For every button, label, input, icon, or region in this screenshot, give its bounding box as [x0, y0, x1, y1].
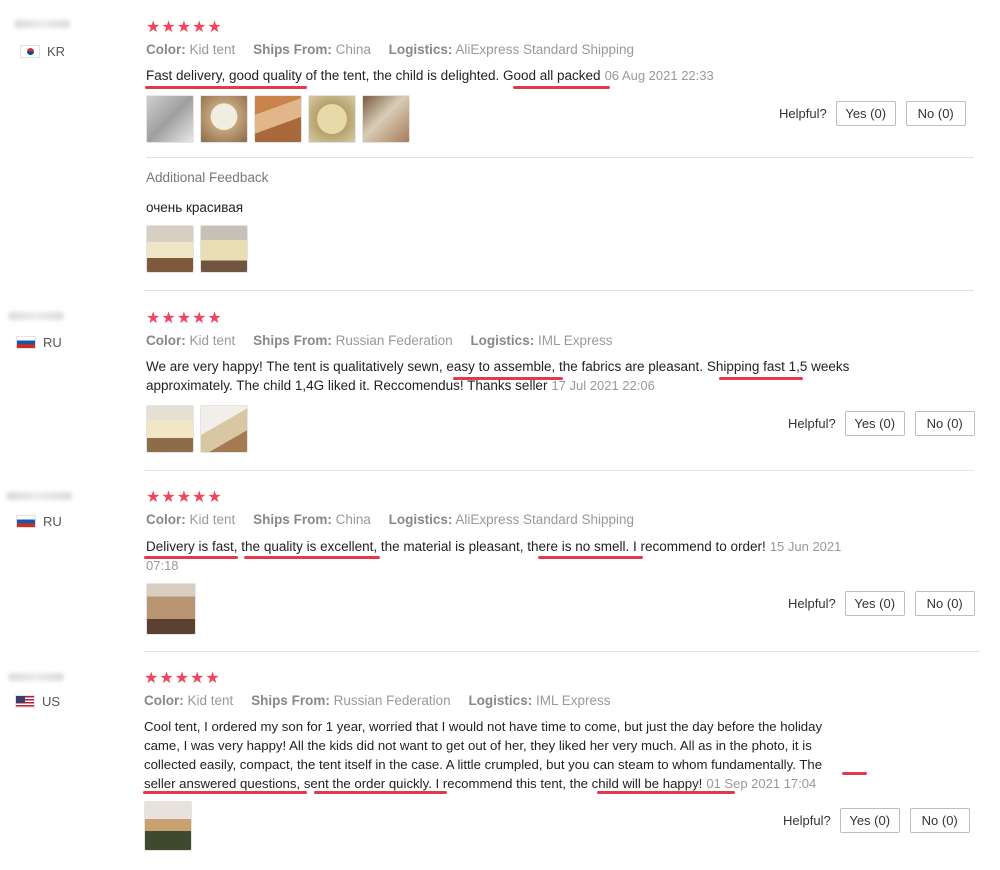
highlight-underline	[538, 556, 643, 559]
reviewer-name-blurred	[14, 20, 70, 28]
country-code: KR	[47, 44, 66, 59]
highlight-underline	[143, 791, 307, 794]
review-photo[interactable]	[200, 225, 248, 273]
review-date: 06 Aug 2021 22:33	[604, 68, 714, 83]
review-date: 17 Jul 2021 22:06	[551, 378, 655, 393]
usa-flag-icon	[15, 695, 35, 708]
highlight-underline	[244, 556, 380, 559]
review-date: 01 Sep 2021 17:04	[706, 776, 817, 791]
highlight-underline	[453, 377, 563, 380]
helpful-label: Helpful?	[788, 596, 836, 611]
reviewer-country: RU	[16, 514, 62, 529]
helpful-no-button[interactable]: No (0)	[909, 808, 970, 833]
ships-from-value: China	[335, 512, 371, 527]
review-text: Cool tent, I ordered my son for 1 year, …	[144, 719, 823, 791]
review-meta: Color: Kid tent Ships From: Russian Fede…	[144, 693, 611, 708]
reviewer-name-blurred	[8, 312, 64, 320]
color-value: Kid tent	[189, 333, 236, 348]
logistics-value: IML Express	[535, 693, 611, 708]
helpful-no-button[interactable]: No (0)	[905, 101, 966, 126]
review-meta: Color: Kid tent Ships From: China Logist…	[146, 42, 635, 57]
review-photos	[144, 801, 192, 851]
highlight-underline	[842, 772, 867, 775]
highlight-underline	[144, 556, 238, 559]
star-rating: ★★★★★	[146, 310, 223, 327]
logistics-value: IML Express	[537, 333, 613, 348]
color-value: Kid tent	[187, 693, 234, 708]
review-card: KR ★★★★★ Color: Kid tent Ships From: Chi…	[0, 0, 1000, 290]
review-text: We are very happy! The tent is qualitati…	[146, 359, 850, 393]
helpful-label: Helpful?	[779, 106, 827, 121]
additional-feedback-text: очень красивая	[146, 200, 244, 215]
review-photos	[146, 405, 248, 453]
review-photo[interactable]	[146, 95, 194, 143]
review-card: RU ★★★★★ Color: Kid tent Ships From: Chi…	[0, 470, 1000, 650]
country-code: RU	[43, 514, 62, 529]
divider	[146, 157, 974, 158]
country-code: RU	[43, 335, 62, 350]
review-photo[interactable]	[308, 95, 356, 143]
helpful-no-button[interactable]: No (0)	[914, 411, 975, 436]
review-photo[interactable]	[200, 95, 248, 143]
review-photo[interactable]	[254, 95, 302, 143]
helpful-no-button[interactable]: No (0)	[914, 591, 975, 616]
review-text: Fast delivery, good quality of the tent,…	[146, 68, 714, 83]
helpful-label: Helpful?	[788, 416, 836, 431]
star-rating: ★★★★★	[144, 670, 221, 687]
helpful-yes-button[interactable]: Yes (0)	[844, 411, 905, 436]
star-rating: ★★★★★	[146, 489, 223, 506]
logistics-value: AliExpress Standard Shipping	[455, 42, 635, 57]
ships-from-value: Russian Federation	[335, 333, 453, 348]
review-meta: Color: Kid tent Ships From: China Logist…	[146, 512, 635, 527]
highlight-underline	[145, 86, 307, 89]
color-value: Kid tent	[189, 512, 236, 527]
highlight-underline	[719, 377, 803, 380]
helpful-label: Helpful?	[783, 813, 831, 828]
helpful-yes-button[interactable]: Yes (0)	[839, 808, 900, 833]
review-card: US ★★★★★ Color: Kid tent Ships From: Rus…	[0, 651, 1000, 870]
review-photo[interactable]	[146, 405, 194, 453]
review-photo[interactable]	[144, 801, 192, 851]
helpful-votes: Helpful? Yes (0) No (0)	[779, 101, 966, 126]
star-rating: ★★★★★	[146, 19, 223, 36]
highlight-underline	[314, 791, 447, 794]
review-photos	[146, 95, 410, 143]
review-meta: Color: Kid tent Ships From: Russian Fede…	[146, 333, 613, 348]
helpful-yes-button[interactable]: Yes (0)	[835, 101, 896, 126]
reviewer-country: US	[15, 694, 60, 709]
review-photos	[146, 583, 196, 635]
additional-photos	[146, 225, 248, 273]
review-photo[interactable]	[362, 95, 410, 143]
review-date: 15 Jun 2021	[769, 539, 842, 554]
color-value: Kid tent	[189, 42, 236, 57]
reviewer-country: KR	[20, 44, 65, 59]
helpful-votes: Helpful? Yes (0) No (0)	[788, 411, 975, 436]
reviewer-name-blurred	[6, 492, 72, 500]
review-photo[interactable]	[200, 405, 248, 453]
additional-feedback-title: Additional Feedback	[146, 170, 269, 185]
review-photo[interactable]	[146, 225, 194, 273]
review-time: 07:18	[146, 558, 179, 573]
ships-from-value: China	[335, 42, 371, 57]
ships-from-value: Russian Federation	[333, 693, 451, 708]
helpful-votes: Helpful? Yes (0) No (0)	[783, 808, 970, 833]
logistics-value: AliExpress Standard Shipping	[455, 512, 635, 527]
helpful-yes-button[interactable]: Yes (0)	[844, 591, 905, 616]
korea-flag-icon	[20, 45, 40, 58]
highlight-underline	[597, 791, 735, 794]
highlight-underline	[513, 86, 610, 89]
helpful-votes: Helpful? Yes (0) No (0)	[788, 591, 975, 616]
reviewer-country: RU	[16, 335, 62, 350]
reviewer-name-blurred	[8, 673, 64, 681]
russia-flag-icon	[16, 515, 36, 528]
review-card: RU ★★★★★ Color: Kid tent Ships From: Rus…	[0, 290, 1000, 460]
russia-flag-icon	[16, 336, 36, 349]
country-code: US	[42, 694, 61, 709]
review-photo[interactable]	[146, 583, 196, 635]
